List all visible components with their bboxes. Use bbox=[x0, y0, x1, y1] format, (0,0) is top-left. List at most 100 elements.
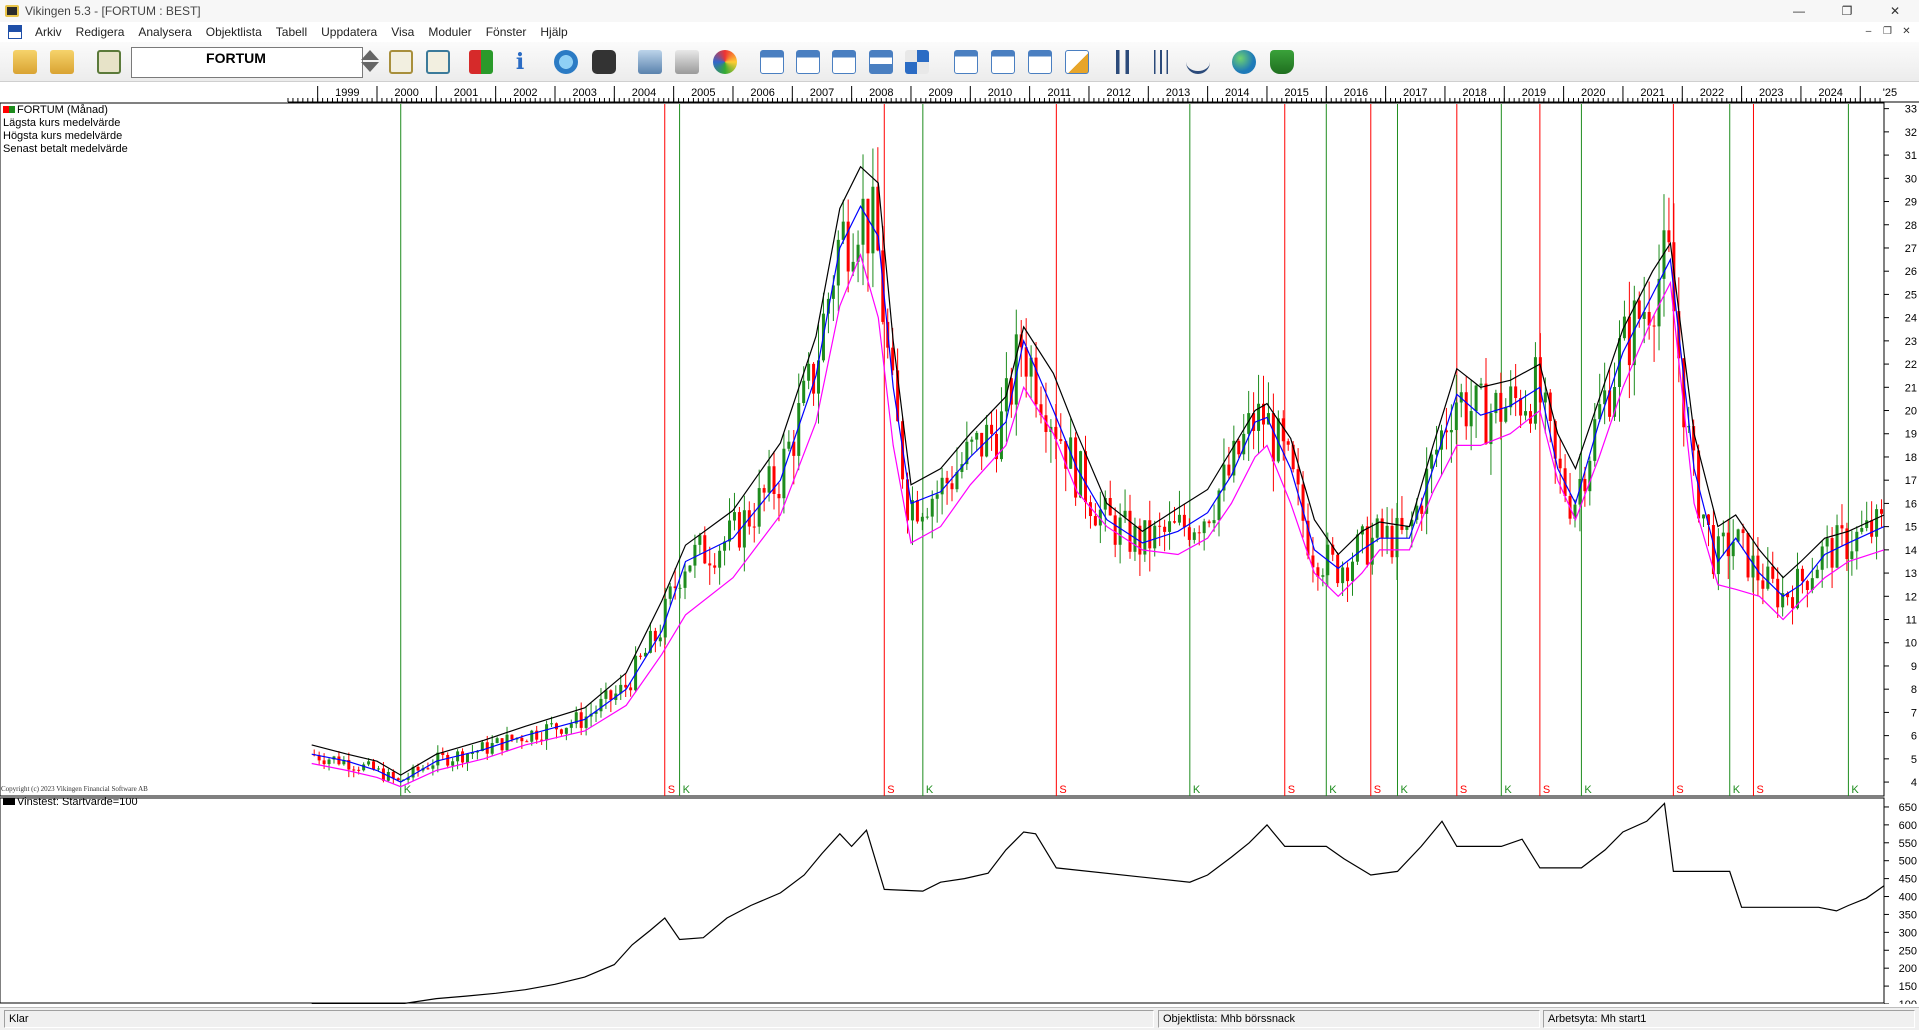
signals-chart-button[interactable] bbox=[466, 47, 496, 77]
price-axis-label: 18 bbox=[1905, 452, 1917, 464]
candle-body bbox=[1237, 440, 1241, 455]
download-button[interactable] bbox=[1267, 47, 1297, 77]
notebook-button[interactable] bbox=[94, 47, 124, 77]
menu-tabell[interactable]: Tabell bbox=[269, 25, 314, 39]
candle bbox=[910, 486, 914, 546]
calendar-month-icon bbox=[1028, 50, 1052, 74]
candle-body bbox=[678, 587, 682, 589]
bar-chart-icon bbox=[1149, 50, 1173, 74]
year-label: 2021 bbox=[1640, 87, 1664, 99]
arrow-down-icon[interactable] bbox=[361, 62, 379, 72]
export-folder-button[interactable] bbox=[47, 47, 77, 77]
candle bbox=[1242, 414, 1246, 461]
menu-redigera[interactable]: Redigera bbox=[69, 25, 132, 39]
line-chart-button[interactable] bbox=[1183, 47, 1213, 77]
child-restore-button[interactable]: ❐ bbox=[1879, 24, 1896, 39]
menu-uppdatera[interactable]: Uppdatera bbox=[314, 25, 384, 39]
candle bbox=[1222, 438, 1226, 502]
refresh-icon bbox=[554, 50, 578, 74]
candle bbox=[713, 553, 717, 575]
refresh-button[interactable] bbox=[551, 47, 581, 77]
menu-objektlista[interactable]: Objektlista bbox=[199, 25, 269, 39]
calendar-day-button[interactable] bbox=[951, 47, 981, 77]
sell-signal-label: S bbox=[1059, 784, 1066, 796]
buy-signal-label: K bbox=[1584, 784, 1592, 796]
menu-visa[interactable]: Visa bbox=[384, 25, 421, 39]
edit-list-button[interactable] bbox=[386, 47, 416, 77]
candle bbox=[1252, 392, 1256, 450]
scroll-forward-icon bbox=[832, 50, 856, 74]
candle bbox=[1622, 300, 1626, 341]
menu-fonster[interactable]: Fönster bbox=[479, 25, 534, 39]
child-close-button[interactable]: ✕ bbox=[1898, 24, 1915, 39]
restore-button[interactable]: ❐ bbox=[1823, 0, 1871, 22]
candle-body bbox=[1835, 525, 1839, 568]
info-button[interactable]: i bbox=[505, 47, 535, 77]
candle-body bbox=[1084, 451, 1088, 503]
menu-moduler[interactable]: Moduler bbox=[421, 25, 478, 39]
equity-axis-label: 100 bbox=[1899, 999, 1917, 1004]
scroll-back-button[interactable] bbox=[793, 47, 823, 77]
camera-button[interactable] bbox=[589, 47, 619, 77]
globe-button[interactable] bbox=[1229, 47, 1259, 77]
palette-button[interactable] bbox=[710, 47, 740, 77]
calendar-month-button[interactable] bbox=[1025, 47, 1055, 77]
tile-windows-button[interactable] bbox=[902, 47, 932, 77]
price-axis-label: 13 bbox=[1905, 568, 1917, 580]
year-label: 2020 bbox=[1581, 87, 1605, 99]
arrow-up-icon[interactable] bbox=[361, 50, 379, 60]
candle bbox=[1375, 514, 1379, 543]
menu-hjalp[interactable]: Hjälp bbox=[533, 25, 574, 39]
candle-body bbox=[693, 544, 697, 566]
candle bbox=[1261, 375, 1265, 448]
candle-body bbox=[1336, 554, 1340, 584]
candle bbox=[564, 727, 568, 741]
candle bbox=[856, 230, 860, 283]
candle bbox=[495, 736, 499, 744]
candle bbox=[1074, 432, 1078, 506]
candlestick-button[interactable] bbox=[1108, 47, 1138, 77]
main-legend-title: FORTUM (Månad) bbox=[3, 104, 108, 117]
delete-window-button[interactable] bbox=[757, 47, 787, 77]
candle-body bbox=[564, 727, 568, 734]
chart-area[interactable]: 1999 2000 2001 2002 2003 2004 2005 2006 2007 2008… bbox=[0, 84, 1919, 1004]
list-button[interactable] bbox=[423, 47, 453, 77]
candle-body bbox=[1350, 561, 1354, 582]
toolbar: FORTUM i bbox=[0, 42, 1919, 82]
scroll-forward-button[interactable] bbox=[829, 47, 859, 77]
open-folder-button[interactable] bbox=[10, 47, 40, 77]
candle-body bbox=[925, 516, 929, 518]
candle bbox=[935, 480, 939, 523]
candle-body bbox=[1187, 527, 1191, 540]
document-icon[interactable] bbox=[8, 25, 22, 39]
bar-chart-button[interactable] bbox=[1146, 47, 1176, 77]
chart-canvas[interactable]: 1999 2000 2001 2002 2003 2004 2005 2006 2007 2008… bbox=[0, 84, 1919, 1004]
candle bbox=[757, 469, 761, 534]
menu-analysera[interactable]: Analysera bbox=[131, 25, 198, 39]
candle bbox=[1875, 504, 1879, 560]
equity-line bbox=[311, 802, 1885, 1004]
year-label: 2018 bbox=[1462, 87, 1486, 99]
candle-body bbox=[1128, 510, 1132, 552]
split-window-button[interactable] bbox=[866, 47, 896, 77]
candle-body bbox=[1825, 538, 1829, 547]
fax-button[interactable] bbox=[635, 47, 665, 77]
candle-body bbox=[718, 550, 722, 568]
child-minimize-button[interactable]: – bbox=[1860, 24, 1877, 39]
candle bbox=[683, 562, 687, 600]
minimize-button[interactable]: — bbox=[1775, 0, 1823, 22]
symbol-stepper[interactable] bbox=[360, 48, 380, 77]
status-workspace: Arbetsyta: Mh start1 bbox=[1543, 1010, 1915, 1028]
calendar-edit-button[interactable] bbox=[1062, 47, 1092, 77]
status-object-list: Objektlista: Mhb börssnack bbox=[1158, 1010, 1540, 1028]
high-average-line bbox=[311, 165, 1885, 776]
sell-signal-label: S bbox=[668, 784, 675, 796]
symbol-input[interactable]: FORTUM bbox=[131, 47, 363, 78]
price-axis-label: 20 bbox=[1905, 406, 1917, 418]
print-button[interactable] bbox=[672, 47, 702, 77]
menu-arkiv[interactable]: Arkiv bbox=[28, 25, 69, 39]
calendar-week-button[interactable] bbox=[988, 47, 1018, 77]
candle bbox=[1182, 504, 1186, 537]
candle-body bbox=[599, 698, 603, 712]
close-button[interactable]: ✕ bbox=[1871, 0, 1919, 22]
